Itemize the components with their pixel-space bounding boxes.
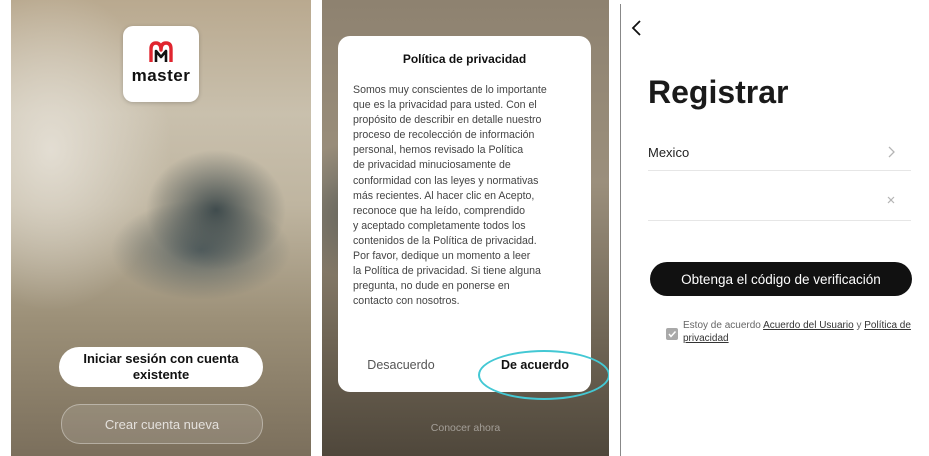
policy-line: proceso de recolección de información bbox=[353, 129, 535, 142]
policy-line: personal, hemos revisado la Política bbox=[353, 144, 524, 157]
policy-line: propósito de describir en detalle nuestr… bbox=[353, 114, 542, 127]
policy-line: Por favor, dedique un momento a leer bbox=[353, 250, 531, 263]
policy-line: de privacidad minuciosamente de bbox=[353, 159, 511, 172]
page-title: Registrar bbox=[648, 74, 789, 110]
login-existing-account-button[interactable]: Iniciar sesión con cuenta existente bbox=[59, 347, 263, 387]
chevron-right-icon[interactable] bbox=[886, 145, 896, 159]
dialog-title: Política de privacidad bbox=[402, 52, 527, 66]
master-logo-icon bbox=[149, 41, 173, 62]
welcome-screen: master Iniciar sesión con cuenta existen… bbox=[11, 0, 311, 456]
policy-line: la Política de privacidad. Si tiene algu… bbox=[353, 265, 541, 278]
divider bbox=[648, 220, 911, 221]
policy-line: y aceptado completamente todos los bbox=[353, 219, 526, 232]
know-now-link[interactable]: Conocer ahora bbox=[322, 422, 609, 434]
policy-line: pregunta, no dude en ponerse en bbox=[353, 280, 510, 293]
logo-text: master bbox=[131, 66, 191, 85]
agree-button-highlight-circle bbox=[478, 350, 609, 400]
divider bbox=[648, 170, 911, 171]
agreement-text: Estoy de acuerdo Acuerdo del Usuario y P… bbox=[683, 319, 915, 345]
get-verification-code-button[interactable]: Obtenga el código de verificación bbox=[650, 262, 912, 296]
register-screen: Registrar Mexico Obtenga el código de ve… bbox=[620, 0, 929, 456]
check-icon bbox=[668, 330, 677, 338]
policy-line: que es la privacidad para usted. Con el bbox=[353, 99, 537, 112]
create-new-account-button[interactable]: Crear cuenta nueva bbox=[61, 404, 263, 444]
policy-line: reconoce que ha leído, comprendido bbox=[353, 204, 525, 217]
user-agreement-link[interactable]: Acuerdo del Usuario bbox=[763, 320, 854, 331]
policy-line: Somos muy conscientes de lo importante bbox=[353, 84, 547, 96]
phone-input[interactable] bbox=[648, 190, 878, 210]
agree-prefix: Estoy de acuerdo bbox=[683, 320, 764, 331]
policy-line: contacto con nosotros. bbox=[353, 295, 460, 308]
and-text: y bbox=[853, 320, 865, 331]
clear-icon[interactable] bbox=[886, 195, 896, 205]
agree-checkbox[interactable] bbox=[666, 328, 678, 340]
policy-line: contenidos de la Política de privacidad. bbox=[353, 234, 537, 247]
country-selector[interactable]: Mexico bbox=[648, 145, 689, 160]
privacy-policy-text: Somos muy conscientes de lo importante q… bbox=[353, 83, 581, 309]
disagree-button[interactable]: Desacuerdo bbox=[356, 358, 446, 372]
divider bbox=[620, 4, 621, 456]
chevron-left-icon[interactable] bbox=[629, 18, 645, 38]
policy-line: conformidad con las leyes y normativas bbox=[353, 174, 539, 187]
privacy-screen: Conocer ahora Política de privacidad Som… bbox=[322, 0, 609, 456]
policy-line: más recientes. Al hacer clic en Acepto, bbox=[353, 189, 535, 202]
app-logo: master bbox=[123, 26, 199, 102]
privacy-policy-dialog: Política de privacidad Somos muy conscie… bbox=[338, 36, 609, 400]
